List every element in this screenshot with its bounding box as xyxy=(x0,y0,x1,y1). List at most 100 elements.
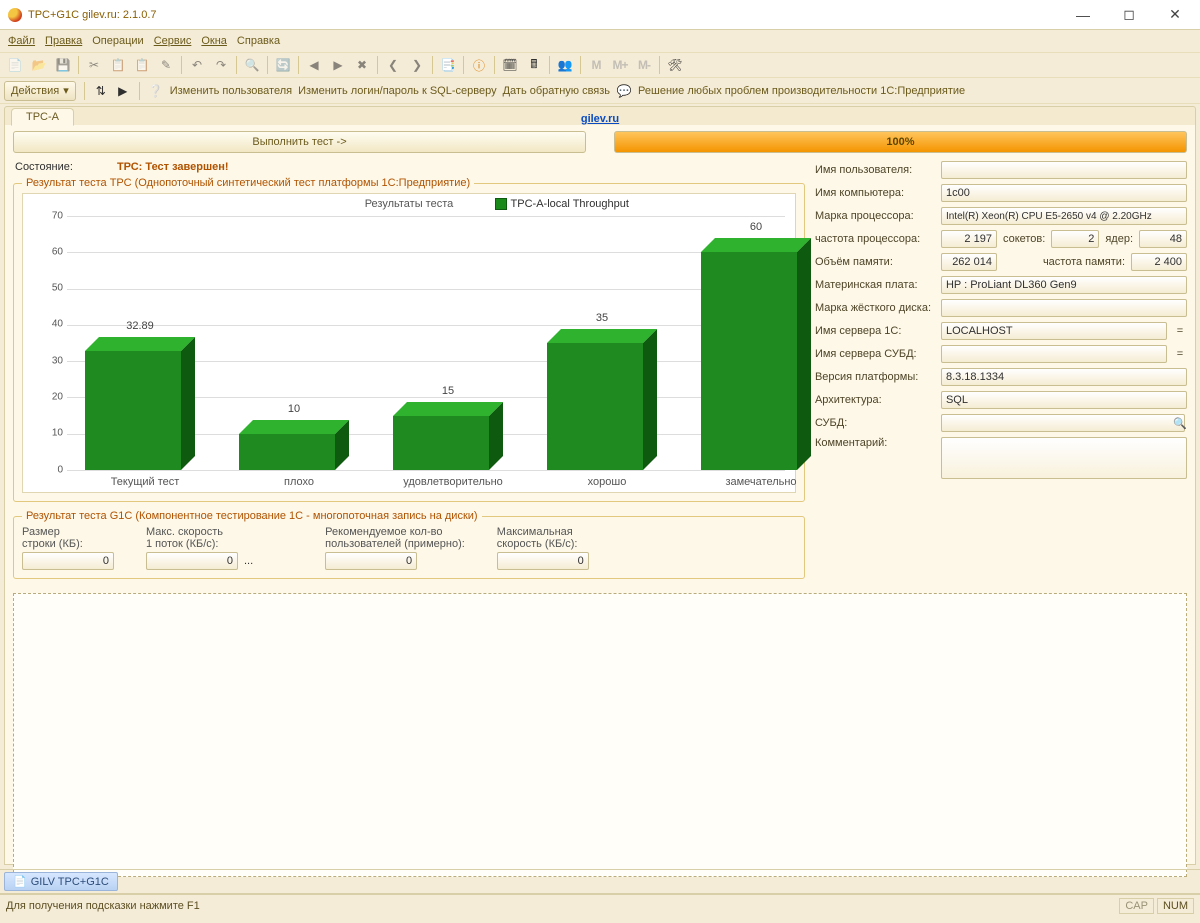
menu-help[interactable]: Справка xyxy=(237,35,280,47)
g1c-legend: Результат теста G1C (Компонентное тестир… xyxy=(22,510,482,522)
subd-field[interactable] xyxy=(941,414,1185,432)
solve-problems-link[interactable]: Решение любых проблем производительности… xyxy=(638,85,965,97)
feedback-link[interactable]: Дать обратную связь xyxy=(503,85,610,97)
work-area: TPC-A gilev.ru Выполнить тест -> 100% Со… xyxy=(0,106,1200,865)
status-value: ТРС: Тест завершен! xyxy=(117,161,229,173)
mplus-icon[interactable]: M+ xyxy=(609,54,631,76)
main-panel: Выполнить тест -> 100% Состояние: ТРС: Т… xyxy=(4,125,1196,865)
srvdb-field[interactable] xyxy=(941,345,1167,363)
plat-field[interactable]: 8.3.18.1334 xyxy=(941,368,1187,386)
g1c-max-speed2-field[interactable]: 0 xyxy=(497,552,589,570)
g1c-rec-users-field[interactable]: 0 xyxy=(325,552,417,570)
ram-freq-label: частота памяти: xyxy=(1003,256,1125,268)
srvdb-label: Имя сервера СУБД: xyxy=(815,348,935,360)
copy-special-icon[interactable]: 📑 xyxy=(437,54,459,76)
fwd-icon[interactable]: ▶ xyxy=(327,54,349,76)
sort-icon[interactable]: ⇅ xyxy=(93,83,109,99)
comment-label: Комментарий: xyxy=(815,437,935,449)
mdi-task-label: GILV TPC+G1C xyxy=(31,876,109,888)
settings-icon[interactable]: 🛠 xyxy=(664,54,686,76)
status-label: Состояние: xyxy=(15,161,73,173)
redo-icon[interactable]: ↷ xyxy=(210,54,232,76)
pc-label: Имя компьютера: xyxy=(815,187,935,199)
menu-file[interactable]: Файл xyxy=(8,35,35,47)
user-field[interactable] xyxy=(941,161,1187,179)
comment-icon[interactable]: 💬 xyxy=(616,83,632,99)
hdd-field[interactable] xyxy=(941,299,1187,317)
bar-label-1: 10 xyxy=(239,403,349,415)
status-bar: Для получения подсказки нажмите F1 CAP N… xyxy=(0,894,1200,916)
ram-field[interactable]: 262 014 xyxy=(941,253,997,271)
undo-icon[interactable]: ↶ xyxy=(186,54,208,76)
calc-icon[interactable]: 🖩 xyxy=(523,54,545,76)
m-icon[interactable]: M xyxy=(585,54,607,76)
site-url-link[interactable]: gilev.ru xyxy=(581,113,619,125)
sockets-field[interactable]: 2 xyxy=(1051,230,1099,248)
menu-ops[interactable]: Операции xyxy=(92,35,143,47)
srv1c-field[interactable]: LOCALHOST xyxy=(941,322,1167,340)
cpu-brand-label: Марка процессора: xyxy=(815,210,935,222)
paste-icon[interactable]: 📋 xyxy=(131,54,153,76)
brush-icon[interactable]: ✎ xyxy=(155,54,177,76)
cut-icon[interactable]: ✂ xyxy=(83,54,105,76)
g1c-result-fieldset: Результат теста G1C (Компонентное тестир… xyxy=(13,510,805,579)
status-hint: Для получения подсказки нажмите F1 xyxy=(6,900,200,912)
pc-field[interactable]: 1c00 xyxy=(941,184,1187,202)
tab-tpc-a[interactable]: TPC-A xyxy=(11,108,74,126)
nav-back-icon[interactable]: ❮ xyxy=(382,54,404,76)
cap-indicator: CAP xyxy=(1119,898,1154,914)
menu-edit[interactable]: Правка xyxy=(45,35,82,47)
chart-legend: TPC-A-local Throughput xyxy=(495,198,629,210)
mminus-icon[interactable]: M- xyxy=(633,54,655,76)
calendar-icon[interactable]: 🗓 xyxy=(499,54,521,76)
copy-icon[interactable]: 📋 xyxy=(107,54,129,76)
mb-field[interactable]: HP : ProLiant DL360 Gen9 xyxy=(941,276,1187,294)
minimize-button[interactable]: — xyxy=(1060,1,1106,29)
legend-label: TPC-A-local Throughput xyxy=(511,198,629,210)
search-icon[interactable]: 🔍 xyxy=(1173,417,1187,430)
open-icon[interactable]: 📂 xyxy=(28,54,50,76)
find-icon[interactable]: 🔍 xyxy=(241,54,263,76)
maximize-button[interactable]: ◻ xyxy=(1106,1,1152,29)
srv1c-eq: = xyxy=(1173,325,1187,337)
save-icon[interactable]: 💾 xyxy=(52,54,74,76)
users-icon[interactable]: 👥 xyxy=(554,54,576,76)
sockets-label: сокетов: xyxy=(1003,233,1045,245)
sysinfo-form: Имя пользователя: Имя компьютера: 1c00 М… xyxy=(815,153,1187,587)
comment-field[interactable] xyxy=(941,437,1187,479)
plat-label: Версия платформы: xyxy=(815,371,935,383)
cores-field[interactable]: 48 xyxy=(1139,230,1187,248)
nav-fwd-icon[interactable]: ❯ xyxy=(406,54,428,76)
menu-windows[interactable]: Окна xyxy=(201,35,227,47)
help-icon[interactable]: ❔ xyxy=(148,83,164,99)
new-icon[interactable]: 📄 xyxy=(4,54,26,76)
change-sql-link[interactable]: Изменить логин/пароль к SQL-серверу xyxy=(298,85,497,97)
srvdb-eq: = xyxy=(1173,348,1187,360)
ram-label: Объём памяти: xyxy=(815,256,935,268)
actions-dropdown-label: Действия xyxy=(11,85,59,97)
g1c-row-size-field[interactable]: 0 xyxy=(22,552,114,570)
close-button[interactable]: ✕ xyxy=(1152,1,1198,29)
srv1c-label: Имя сервера 1С: xyxy=(815,325,935,337)
run-test-button[interactable]: Выполнить тест -> xyxy=(13,131,586,153)
ram-freq-field[interactable]: 2 400 xyxy=(1131,253,1187,271)
g1c-max-speed1-field[interactable]: 0 xyxy=(146,552,238,570)
arch-field[interactable]: SQL xyxy=(941,391,1187,409)
cpu-freq-field[interactable]: 2 197 xyxy=(941,230,997,248)
app-icon xyxy=(8,8,22,22)
run-icon[interactable]: ▶ xyxy=(115,83,131,99)
back-icon[interactable]: ◀ xyxy=(303,54,325,76)
chevron-down-icon: ▾ xyxy=(63,84,69,97)
g1c-ellipsis: ... xyxy=(244,555,253,567)
cpu-brand-field[interactable]: Intel(R) Xeon(R) CPU E5-2650 v4 @ 2.20GH… xyxy=(941,207,1187,225)
results-list[interactable] xyxy=(13,593,1187,877)
actions-dropdown[interactable]: Действия ▾ xyxy=(4,81,76,101)
refresh-icon[interactable]: 🔄 xyxy=(272,54,294,76)
menu-service[interactable]: Сервис xyxy=(154,35,192,47)
mdi-task-tab[interactable]: 📄 GILV TPC+G1C xyxy=(4,872,118,891)
cancel-icon[interactable]: ✖ xyxy=(351,54,373,76)
info-icon[interactable]: ⓘ xyxy=(468,54,490,76)
change-user-link[interactable]: Изменить пользователя xyxy=(170,85,292,97)
tpc-chart: Результаты теста TPC-A-local Throughput … xyxy=(22,193,796,493)
hdd-label: Марка жёсткого диска: xyxy=(815,302,935,314)
